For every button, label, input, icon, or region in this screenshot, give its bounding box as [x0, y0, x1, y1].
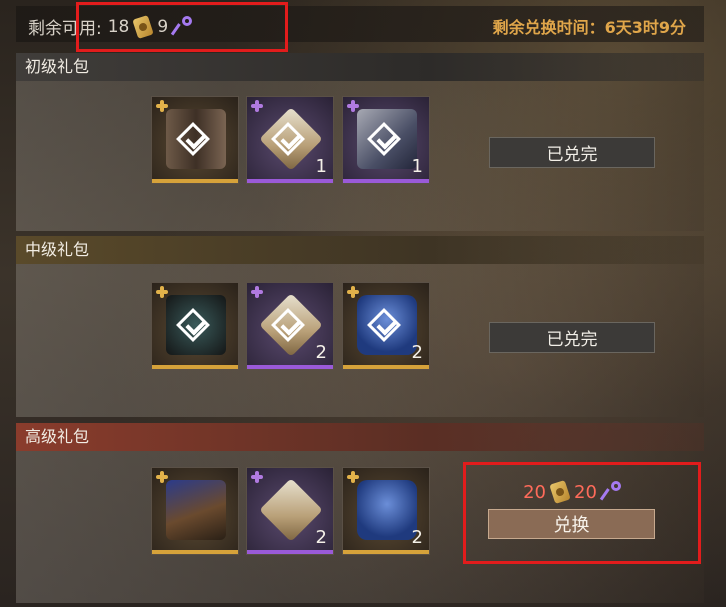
claimed-check-icon [177, 311, 215, 349]
quality-gold-icon [347, 471, 359, 483]
quality-gold-icon [156, 100, 168, 112]
item-count: 2 [411, 342, 423, 363]
gift-bag-icon [357, 480, 417, 540]
exchanged-button[interactable]: 已兑完 [489, 322, 655, 353]
claimed-check-icon [272, 125, 310, 163]
time-label: 剩余兑换时间： [492, 18, 605, 37]
highlight-box-resources [76, 2, 288, 52]
time-value: 6天3时9分 [604, 18, 686, 37]
item-count: 1 [315, 156, 327, 177]
exchanged-button[interactable]: 已兑完 [489, 137, 655, 168]
item-count: 2 [411, 527, 423, 548]
claimed-check-icon [368, 125, 406, 163]
quality-gold-icon [156, 286, 168, 298]
reward-item[interactable] [151, 467, 239, 555]
remaining-time: 剩余兑换时间：6天3时9分 [493, 14, 686, 38]
claimed-check-icon [272, 311, 310, 349]
claimed-check-icon [177, 125, 215, 163]
ornate-cube-icon [259, 478, 323, 542]
quality-gold-icon [156, 471, 168, 483]
item-count: 2 [315, 527, 327, 548]
reward-item[interactable]: 1 [246, 96, 334, 184]
reward-item[interactable]: 2 [246, 467, 334, 555]
quality-gold-icon [347, 286, 359, 298]
item-count: 2 [315, 342, 327, 363]
pack-title: 初级礼包 [16, 53, 704, 81]
reward-item[interactable]: 2 [342, 467, 430, 555]
pack-title: 中级礼包 [16, 236, 704, 264]
reward-item[interactable]: 2 [342, 282, 430, 370]
reward-item[interactable]: 2 [246, 282, 334, 370]
highlight-box-exchange [463, 462, 701, 564]
weapon-icon [166, 480, 226, 540]
quality-purple-icon [251, 471, 263, 483]
quality-purple-icon [251, 286, 263, 298]
reward-item[interactable] [151, 96, 239, 184]
claimed-check-icon [368, 311, 406, 349]
reward-item[interactable] [151, 282, 239, 370]
reward-item[interactable]: 1 [342, 96, 430, 184]
pack-title: 高级礼包 [16, 423, 704, 451]
quality-purple-icon [347, 100, 359, 112]
quality-purple-icon [251, 100, 263, 112]
item-count: 1 [411, 156, 423, 177]
